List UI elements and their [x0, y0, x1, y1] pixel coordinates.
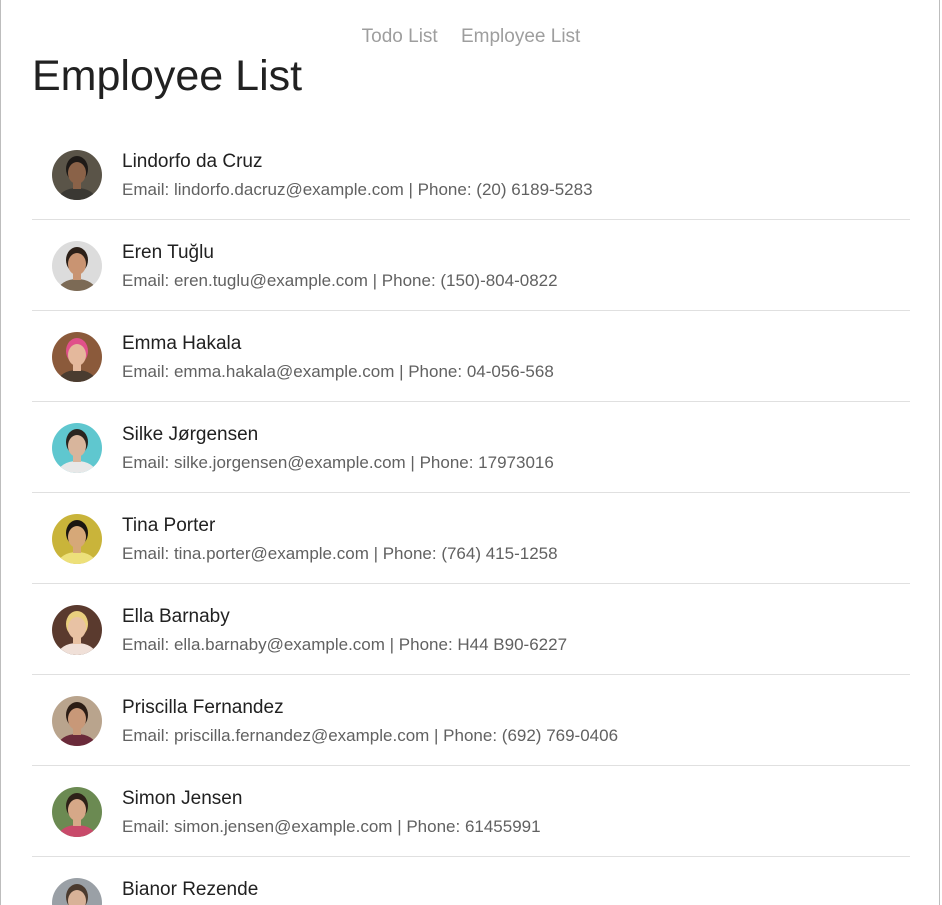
employee-name: Ella Barnaby [122, 606, 230, 627]
avatar [52, 878, 102, 905]
employee-name: Simon Jensen [122, 788, 243, 809]
employee-contact-details: Email: priscilla.fernandez@example.com |… [122, 726, 619, 745]
employee-list-item[interactable]: Simon Jensen Email: simon.jensen@example.… [32, 766, 910, 857]
nav-link-employee-list[interactable]: Employee List [461, 26, 580, 47]
employee-list: Lindorfo da Cruz Email: lindorfo.dacruz@e… [32, 129, 910, 905]
top-nav: Todo List Employee List [1, 26, 939, 48]
employee-contact-details: Email: eren.tuglu@example.com | Phone: (… [122, 271, 558, 290]
employee-list-item[interactable]: Bianor Rezende [32, 857, 910, 905]
employee-contact-details: Email: lindorfo.dacruz@example.com | Pho… [122, 180, 593, 199]
employee-name: Emma Hakala [122, 333, 242, 354]
avatar [52, 423, 102, 473]
employee-name: Silke Jørgensen [122, 424, 259, 445]
page: Todo List Employee List Employee List Li… [0, 0, 940, 905]
employee-list-item[interactable]: Emma Hakala Email: emma.hakala@example.co… [32, 311, 910, 402]
employee-list-item[interactable]: Priscilla Fernandez Email: priscilla.fern… [32, 675, 910, 766]
employee-list-item[interactable]: Ella Barnaby Email: ella.barnaby@example.… [32, 584, 910, 675]
avatar [52, 241, 102, 291]
avatar [52, 514, 102, 564]
employee-contact-details: Email: emma.hakala@example.com | Phone: … [122, 362, 554, 381]
employee-contact-details: Email: simon.jensen@example.com | Phone:… [122, 817, 541, 836]
employee-contact-details: Email: tina.porter@example.com | Phone: … [122, 544, 558, 563]
avatar [52, 696, 102, 746]
employee-name: Tina Porter [122, 515, 216, 536]
employee-name: Eren Tuğlu [122, 242, 214, 263]
employee-name: Bianor Rezende [122, 879, 259, 900]
employee-contact-details: Email: ella.barnaby@example.com | Phone:… [122, 635, 568, 654]
avatar [52, 150, 102, 200]
nav-link-todo-list[interactable]: Todo List [362, 26, 438, 47]
employee-list-item[interactable]: Eren Tuğlu Email: eren.tuglu@example.com … [32, 220, 910, 311]
employee-list-item[interactable]: Tina Porter Email: tina.porter@example.co… [32, 493, 910, 584]
employee-name: Priscilla Fernandez [122, 697, 284, 718]
page-title: Employee List [32, 52, 303, 100]
employee-list-item[interactable]: Silke Jørgensen Email: silke.jorgensen@ex… [32, 402, 910, 493]
avatar [52, 332, 102, 382]
avatar [52, 605, 102, 655]
employee-contact-details: Email: silke.jorgensen@example.com | Pho… [122, 453, 554, 472]
employee-list-item[interactable]: Lindorfo da Cruz Email: lindorfo.dacruz@e… [32, 129, 910, 220]
avatar [52, 787, 102, 837]
employee-name: Lindorfo da Cruz [122, 151, 263, 172]
